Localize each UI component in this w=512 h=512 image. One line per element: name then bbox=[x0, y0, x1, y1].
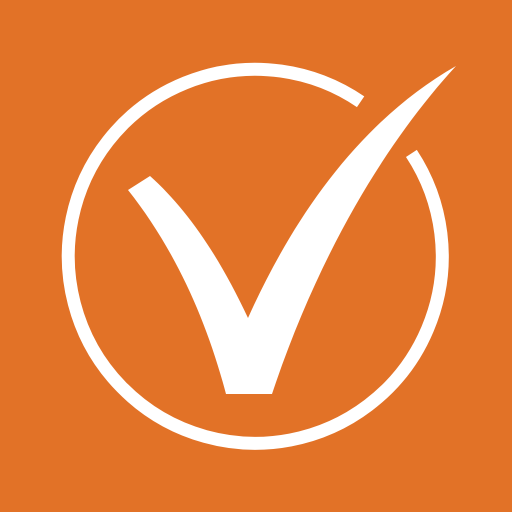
icon-background bbox=[0, 0, 512, 512]
app-icon-graphic bbox=[0, 0, 512, 512]
app-icon bbox=[0, 0, 512, 512]
